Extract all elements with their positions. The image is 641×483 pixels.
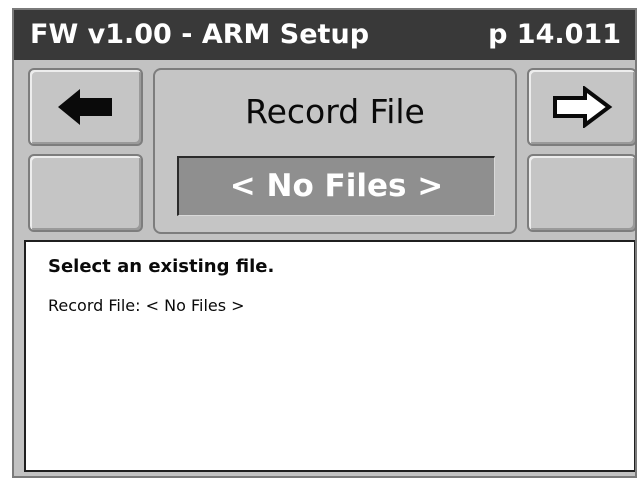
info-line-value: < No Files > [145,296,245,315]
forward-button[interactable] [527,68,635,146]
device-screen: FW v1.00 - ARM Setup p 14.011 Record Fil… [12,8,637,478]
panel-title: Record File [245,92,425,131]
info-line-label: Record File: [48,296,141,315]
record-file-panel: Record File < No Files > [153,68,517,234]
arrow-left-icon [57,89,112,125]
window-title: FW v1.00 - ARM Setup [30,19,370,50]
back-button[interactable] [28,68,143,146]
soft-key-right[interactable] [527,154,635,232]
record-file-selector[interactable]: < No Files > [177,156,495,216]
arrow-right-icon [553,86,613,128]
soft-key-left[interactable] [28,154,143,232]
info-record-file-line: Record File: < No Files > [48,296,245,315]
info-pane: Select an existing file. Record File: < … [24,240,635,472]
info-heading: Select an existing file. [48,256,275,277]
page-number: p 14.011 [488,19,621,50]
title-bar: FW v1.00 - ARM Setup p 14.011 [14,10,635,60]
